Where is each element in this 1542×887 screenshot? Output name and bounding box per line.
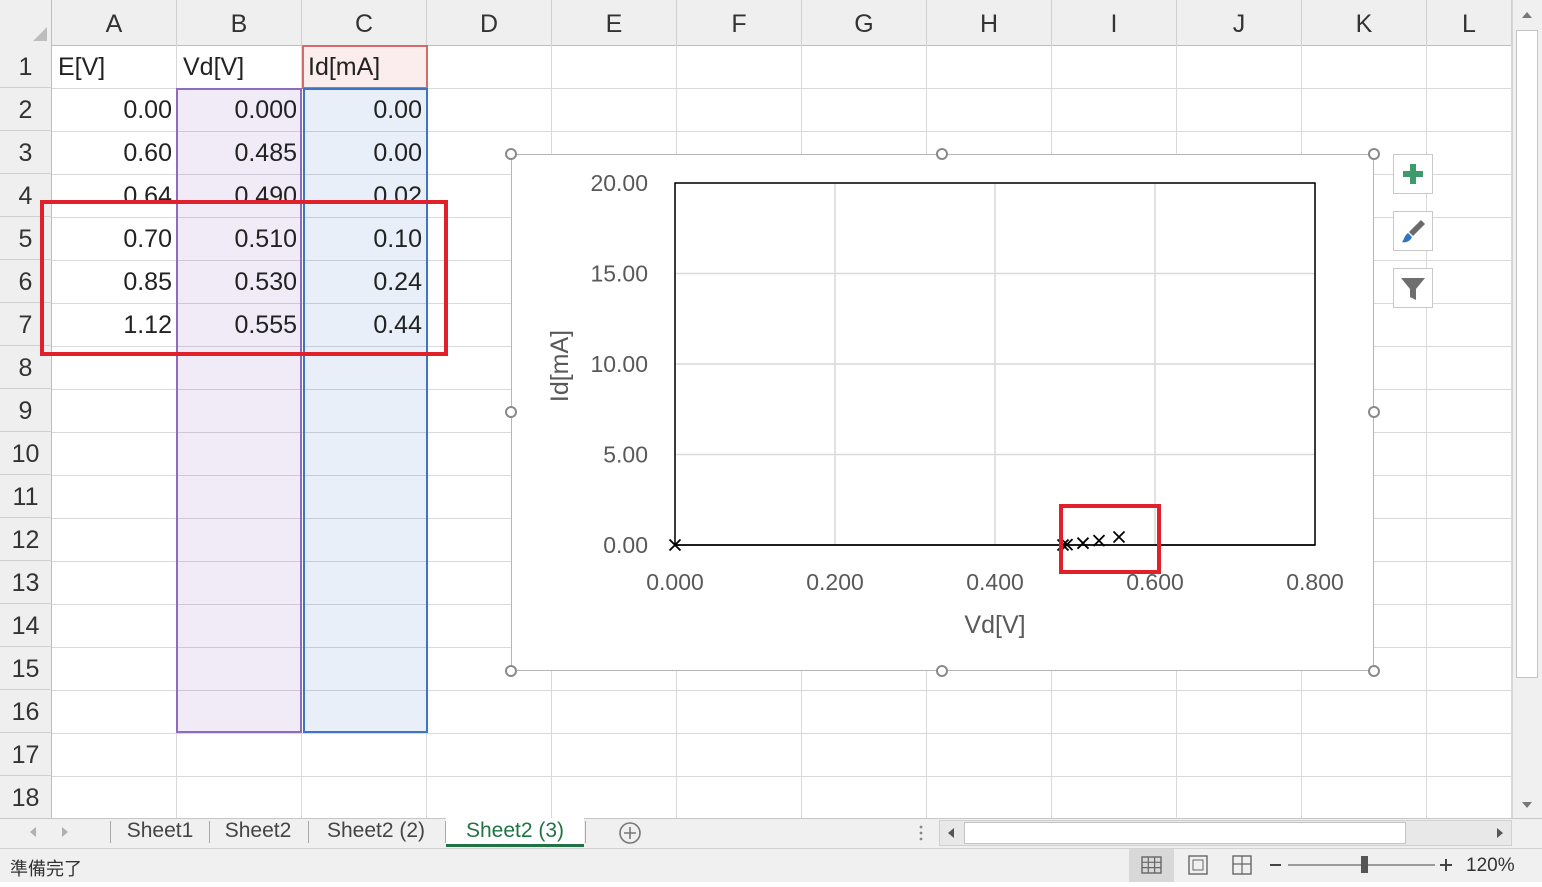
row-header-1[interactable]: 1 xyxy=(0,45,52,88)
row-header-18[interactable]: 18 xyxy=(0,776,52,819)
y-tick-label: 0.00 xyxy=(603,532,648,558)
scatter-chart[interactable]: 0.000 0.200 0.400 0.600 0.8000.005.0010.0015… xyxy=(511,154,1374,671)
sheet-tab-active[interactable]: Sheet2 (3) xyxy=(446,818,584,847)
cell-a3[interactable]: 0.60 xyxy=(54,131,176,174)
scroll-up-arrow[interactable] xyxy=(1518,6,1536,24)
row-header-11[interactable]: 11 xyxy=(0,475,52,518)
x-tick-label: 0.000 xyxy=(646,569,704,595)
cell-b2[interactable]: 0.000 xyxy=(179,88,301,131)
column-header-a[interactable]: A xyxy=(52,0,177,45)
hscroll-left-arrow[interactable] xyxy=(942,823,960,843)
x-tick-label: 0.400 xyxy=(966,569,1024,595)
row-header-17[interactable]: 17 xyxy=(0,733,52,776)
x-tick-label: 0.800 xyxy=(1286,569,1344,595)
chart-resize-handle[interactable] xyxy=(1368,148,1380,160)
normal-view-button[interactable] xyxy=(1129,849,1174,882)
column-header-b[interactable]: B xyxy=(177,0,302,45)
row-header-12[interactable]: 12 xyxy=(0,518,52,561)
horizontal-scroll-thumb[interactable] xyxy=(964,822,1406,844)
chart-styles-button[interactable] xyxy=(1393,211,1433,251)
zoom-level[interactable]: 120% xyxy=(1466,855,1515,877)
annotation-box-chart xyxy=(1059,504,1161,574)
column-header-e[interactable]: E xyxy=(552,0,677,45)
vertical-scroll-thumb[interactable] xyxy=(1516,30,1538,678)
cell-c1[interactable]: Id[mA] xyxy=(304,45,426,88)
zoom-in-button[interactable] xyxy=(1438,855,1454,875)
column-header-i[interactable]: I xyxy=(1052,0,1177,45)
chart-resize-handle[interactable] xyxy=(505,148,517,160)
page-break-icon xyxy=(1232,855,1252,875)
row-header-10[interactable]: 10 xyxy=(0,432,52,475)
chart-resize-handle[interactable] xyxy=(936,665,948,677)
page-layout-button[interactable] xyxy=(1183,849,1213,882)
select-all-corner[interactable] xyxy=(0,0,52,45)
chart-resize-handle[interactable] xyxy=(1368,665,1380,677)
y-axis-title: Id[mA] xyxy=(546,330,574,402)
page-layout-icon xyxy=(1188,855,1208,875)
plus-icon xyxy=(1403,164,1423,184)
chart-resize-handle[interactable] xyxy=(505,406,517,418)
row-header-2[interactable]: 2 xyxy=(0,88,52,131)
y-tick-label: 20.00 xyxy=(590,170,648,196)
annotation-box-table xyxy=(40,200,448,356)
tab-scroll-left-icon[interactable] xyxy=(26,824,40,840)
column-header-h[interactable]: H xyxy=(927,0,1052,45)
column-header-k[interactable]: K xyxy=(1302,0,1427,45)
scroll-down-arrow[interactable] xyxy=(1518,796,1536,814)
row-header-15[interactable]: 15 xyxy=(0,647,52,690)
chart-resize-handle[interactable] xyxy=(505,665,517,677)
cell-b1[interactable]: Vd[V] xyxy=(179,45,301,88)
row-header-3[interactable]: 3 xyxy=(0,131,52,174)
hscroll-right-arrow[interactable] xyxy=(1491,823,1509,843)
row-header-9[interactable]: 9 xyxy=(0,389,52,432)
column-header-d[interactable]: D xyxy=(427,0,552,45)
sheet-tab-1[interactable]: Sheet1 xyxy=(112,818,208,847)
page-break-preview-button[interactable] xyxy=(1227,849,1257,882)
cell-b3[interactable]: 0.485 xyxy=(179,131,301,174)
sheet-tab-2[interactable]: Sheet2 xyxy=(210,818,306,847)
row-header-13[interactable]: 13 xyxy=(0,561,52,604)
add-sheet-button[interactable] xyxy=(618,821,642,845)
column-header-f[interactable]: F xyxy=(677,0,802,45)
zoom-out-button[interactable] xyxy=(1268,855,1284,875)
filter-icon xyxy=(1401,278,1425,300)
chart-filters-button[interactable] xyxy=(1393,268,1433,308)
status-ready-text: 準備完了 xyxy=(10,859,82,879)
chart-resize-handle[interactable] xyxy=(936,148,948,160)
tab-scroll-right-icon[interactable] xyxy=(58,824,72,840)
y-tick-label: 15.00 xyxy=(590,261,648,287)
chart-resize-handle[interactable] xyxy=(1368,406,1380,418)
chart-elements-button[interactable] xyxy=(1393,154,1433,194)
y-tick-label: 5.00 xyxy=(603,442,648,468)
column-header-l[interactable]: L xyxy=(1427,0,1512,45)
row-header-16[interactable]: 16 xyxy=(0,690,52,733)
column-header-j[interactable]: J xyxy=(1177,0,1302,45)
cell-a1[interactable]: E[V] xyxy=(54,45,176,88)
cell-a2[interactable]: 0.00 xyxy=(54,88,176,131)
sheet-tab-3[interactable]: Sheet2 (2) xyxy=(309,818,443,847)
row-header-14[interactable]: 14 xyxy=(0,604,52,647)
x-axis-title: Vd[V] xyxy=(964,611,1025,639)
y-tick-label: 10.00 xyxy=(590,351,648,377)
column-header-g[interactable]: G xyxy=(802,0,927,45)
brush-icon xyxy=(1402,220,1425,243)
cell-c2[interactable]: 0.00 xyxy=(304,88,426,131)
tab-split-handle-icon[interactable] xyxy=(917,824,925,842)
cell-c3[interactable]: 0.00 xyxy=(304,131,426,174)
grid-view-icon xyxy=(1141,856,1162,874)
plus-circle-icon xyxy=(619,822,641,844)
x-tick-label: 0.200 xyxy=(806,569,864,595)
column-header-c[interactable]: C xyxy=(302,0,427,45)
zoom-slider-thumb[interactable] xyxy=(1361,856,1368,873)
